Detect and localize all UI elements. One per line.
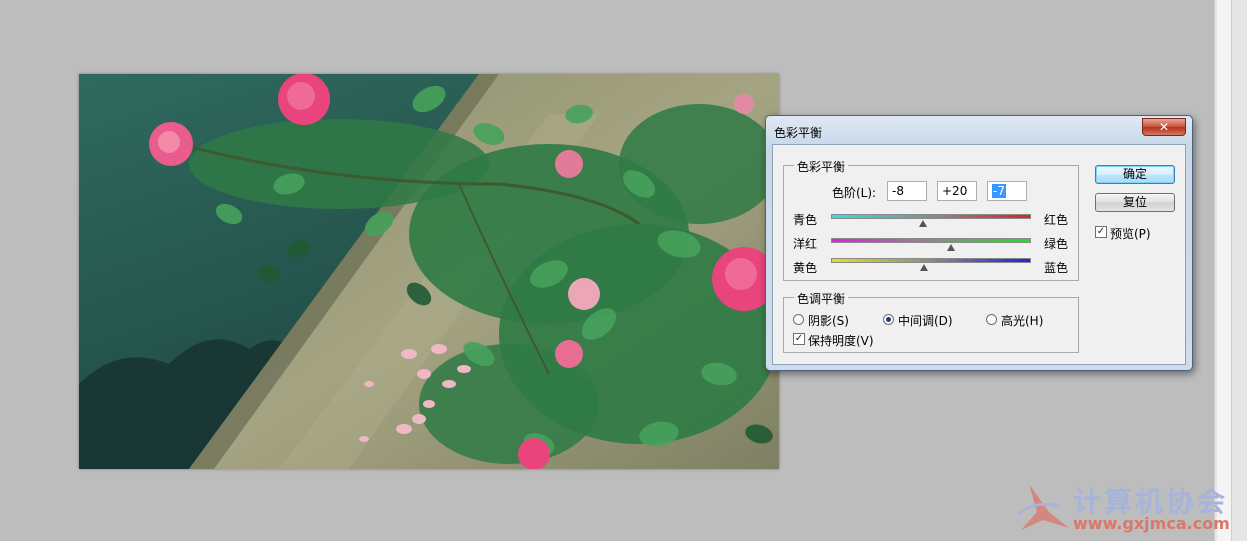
- highlights-label[interactable]: 高光(H): [1001, 312, 1043, 329]
- midtones-radio[interactable]: [883, 314, 894, 325]
- preserve-luminosity-checkbox[interactable]: ✓: [793, 333, 805, 345]
- slider-left-label: 青色: [793, 213, 818, 227]
- preview-label[interactable]: 预览(P): [1110, 225, 1151, 242]
- slider-track[interactable]: [831, 238, 1031, 243]
- slider-track[interactable]: [831, 214, 1031, 219]
- watermark-logo-icon: [1018, 484, 1069, 530]
- tone-balance-group: 色调平衡 阴影(S) 中间调(D) 高光(H) ✓ 保持明度(V): [783, 290, 1079, 353]
- color-balance-legend: 色彩平衡: [794, 158, 849, 175]
- document-image: [79, 74, 779, 469]
- slider-thumb[interactable]: [920, 264, 928, 271]
- dialog-title: 色彩平衡: [774, 126, 823, 140]
- site-watermark: 计算机协会 www.gxjmca.com: [1015, 478, 1240, 538]
- preserve-luminosity-label[interactable]: 保持明度(V): [808, 332, 874, 349]
- dialog-client-area: 色彩平衡 色阶(L): -8 +20 -7 青色 红色 洋红 绿色 黄色 蓝色 …: [772, 144, 1186, 365]
- color-balance-dialog: 色彩平衡 ✕ 色彩平衡 色阶(L): -8 +20 -7 青色 红色 洋红 绿色: [765, 115, 1193, 371]
- levels-label: 色阶(L):: [832, 186, 877, 200]
- slider-thumb[interactable]: [947, 244, 955, 251]
- slider-right-label: 绿色: [1044, 237, 1069, 251]
- scrollbar-thumb[interactable]: [1217, 0, 1232, 541]
- preview-checkbox[interactable]: ✓: [1095, 226, 1107, 238]
- slider-thumb[interactable]: [919, 220, 927, 227]
- slider-right-label: 蓝色: [1044, 261, 1069, 275]
- levels-input-1[interactable]: -8: [887, 181, 927, 201]
- color-balance-group: 色彩平衡 色阶(L): -8 +20 -7 青色 红色 洋红 绿色 黄色 蓝色: [783, 158, 1079, 281]
- reset-button[interactable]: 复位: [1095, 193, 1175, 212]
- shadows-label[interactable]: 阴影(S): [808, 312, 849, 329]
- slider-left-label: 洋红: [793, 237, 818, 251]
- slider-track[interactable]: [831, 258, 1031, 263]
- tone-balance-legend: 色调平衡: [794, 290, 849, 307]
- slider-left-label: 黄色: [793, 261, 818, 275]
- ok-button[interactable]: 确定: [1095, 165, 1175, 184]
- watermark-url: www.gxjmca.com: [1073, 514, 1230, 533]
- highlights-radio[interactable]: [986, 314, 997, 325]
- shadows-radio[interactable]: [793, 314, 804, 325]
- close-icon[interactable]: ✕: [1142, 118, 1186, 136]
- levels-input-2[interactable]: +20: [937, 181, 977, 201]
- midtones-label[interactable]: 中间调(D): [898, 312, 953, 329]
- dialog-titlebar[interactable]: 色彩平衡 ✕: [766, 116, 1192, 144]
- levels-input-3[interactable]: -7: [987, 181, 1027, 201]
- workspace-scrollbar[interactable]: [1214, 0, 1247, 541]
- slider-right-label: 红色: [1044, 213, 1069, 227]
